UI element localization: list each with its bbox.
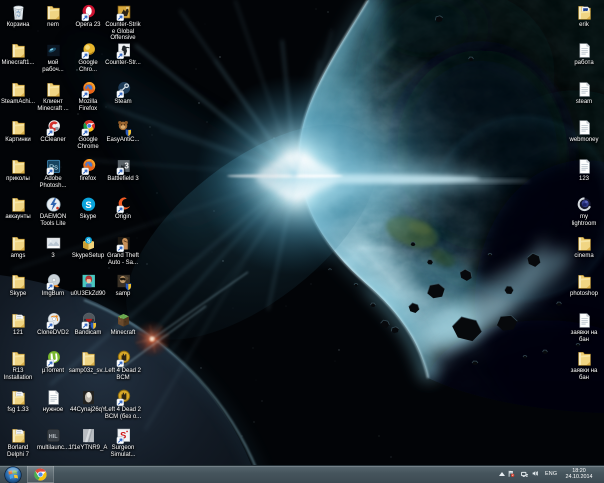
svg-text:HIL: HIL	[48, 434, 57, 440]
svg-text:3: 3	[123, 160, 128, 170]
svg-text:S: S	[84, 200, 90, 211]
svg-text:S: S	[86, 238, 90, 244]
